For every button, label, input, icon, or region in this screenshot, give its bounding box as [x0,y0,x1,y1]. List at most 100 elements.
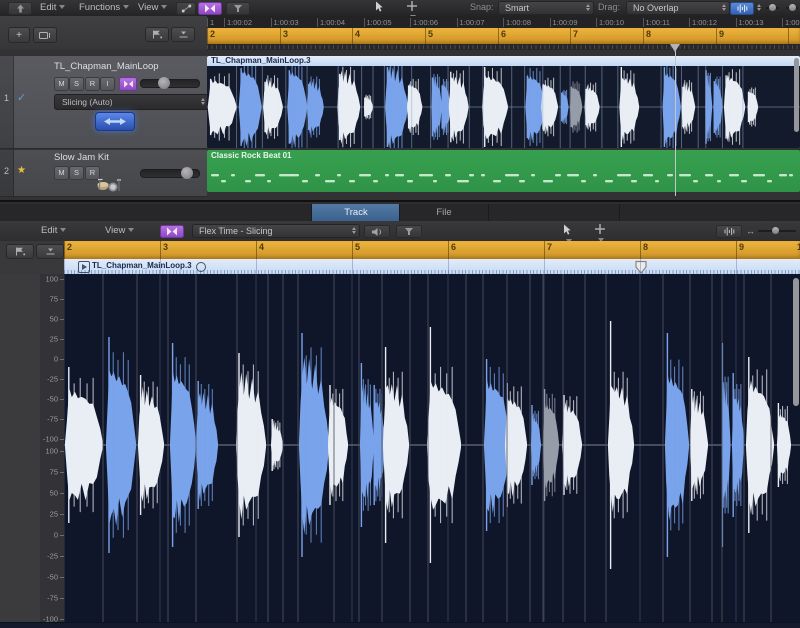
flex-mode-select[interactable]: Flex Time - Slicing [192,224,360,238]
bar-gridline [640,259,641,274]
waveform-blob[interactable] [407,83,422,132]
waveform-blob[interactable] [541,83,558,132]
pointer-tool-button[interactable] [372,1,387,14]
waveform[interactable] [207,66,800,148]
solo-button[interactable]: S [69,166,84,180]
editor-waveform-zoom-button[interactable] [716,225,742,238]
catch-playhead-button[interactable] [6,244,34,259]
scale-label: -25 [47,375,58,384]
volume-slider[interactable] [140,169,200,178]
nav-up-icon[interactable] [8,2,32,15]
track-name[interactable]: Slow Jam Kit [54,152,109,163]
waveform-blob[interactable] [307,81,324,135]
editor-filter-button[interactable] [396,225,422,238]
bar-gridline [544,259,545,274]
tab-track[interactable]: Track [312,204,400,221]
waveform-blob[interactable] [724,75,745,142]
editor-waveform[interactable] [64,274,800,622]
editor-scrollbar-thumb[interactable] [793,278,799,406]
editor-crosshair-tool[interactable] [592,224,608,237]
volume-slider[interactable] [140,79,200,88]
waveform-blob[interactable] [482,75,508,139]
record-button[interactable]: R [85,77,100,91]
crosshair-tool-button[interactable] [404,1,420,14]
editor-collapse-button[interactable] [36,244,64,259]
midi-note [531,174,535,176]
time-label: 1:00:13 [739,18,764,27]
track-name[interactable]: TL_Chapman_MainLoop [54,61,159,72]
time-tick [457,18,458,27]
snap-select[interactable]: Smart [498,1,594,15]
mute-button[interactable]: M [54,166,69,180]
duplicate-track-button[interactable] [33,27,57,43]
editor-bar-ruler[interactable]: 234567891 [64,241,800,259]
volume-knob[interactable] [158,77,170,89]
slider-knob[interactable] [769,4,776,11]
editor-zoom-slider[interactable] [758,230,796,232]
mute-button[interactable]: M [54,77,69,91]
slider-knob[interactable] [789,4,796,11]
functions-menu[interactable]: Functions [76,1,132,14]
editor-pointer-tool[interactable] [560,224,575,237]
catch-filter-button[interactable] [226,2,250,15]
playhead-handle[interactable] [670,44,680,52]
horizontal-zoom-slider[interactable] [786,7,798,9]
editor-flex-button[interactable] [160,225,184,238]
bar-ruler[interactable]: 23456789 [207,28,800,44]
slider-knob[interactable] [772,227,779,234]
track-display-mode-button[interactable] [145,27,169,42]
scale-label: -75 [47,415,58,424]
waveform-blob[interactable] [385,66,408,148]
flag-icon [15,247,26,256]
drag-select[interactable]: No Overlap [626,1,730,15]
time-label: 1:00:14 [785,18,800,27]
main-window: Edit Functions View Snap: S [0,0,800,200]
add-track-button[interactable]: + [8,27,30,43]
track-flex-button[interactable] [119,77,137,91]
waveform-blob[interactable] [585,85,600,128]
midi-note [693,180,698,182]
waveform-blob[interactable] [263,78,283,136]
stepper-icon [201,98,205,105]
region-header[interactable]: TL_Chapman_MainLoop.3 [207,56,800,66]
input-button[interactable]: I [100,77,115,91]
midi-region[interactable]: Classic Rock Beat 01 [207,150,800,192]
editor-view-menu[interactable]: View [102,224,137,237]
time-tick [224,18,225,27]
audio-region[interactable]: TL_Chapman_MainLoop.3 [207,56,800,148]
bar-separator [570,28,571,44]
track-header-1[interactable]: 1 ✓ TL_Chapman_MainLoop MSRI Slicing (Au… [0,56,207,149]
waveform-blob[interactable] [663,71,681,144]
track-collapse-button[interactable] [171,27,195,42]
bar-separator [64,241,65,259]
waveform-blob[interactable] [239,70,262,146]
track-header-2[interactable]: 2 ★ Slow Jam Kit MSR [0,150,207,197]
editor-region-header[interactable]: TL_Chapman_MainLoop.3 [64,259,800,274]
tab-file[interactable]: File [400,204,488,221]
track-star-icon[interactable]: ★ [17,165,26,176]
flex-mode-select[interactable]: Slicing (Auto) [54,94,209,110]
transient-edit-button[interactable] [95,112,135,131]
time-ruler[interactable]: 11:00:021:00:031:00:041:00:051:00:061:00… [207,16,800,28]
scrollbar-thumb[interactable] [794,58,799,132]
editor-edit-menu[interactable]: Edit [38,224,69,237]
waveform-blob[interactable] [619,77,639,140]
prelisten-button[interactable] [364,225,390,238]
edit-menu[interactable]: Edit [37,1,68,14]
solo-button[interactable]: S [69,77,84,91]
volume-knob[interactable] [181,167,193,179]
playhead[interactable] [675,50,676,196]
view-menu[interactable]: View [135,1,170,14]
waveform-zoom-button[interactable] [730,2,754,15]
track-check-icon[interactable]: ✓ [17,91,26,104]
waveform-blob[interactable] [208,79,237,135]
automation-button[interactable] [176,2,196,15]
flex-marker[interactable] [634,260,648,274]
waveform-blob[interactable] [337,71,360,145]
waveform-blob[interactable] [287,70,307,146]
vertical-zoom-slider[interactable] [766,7,779,9]
flex-button[interactable] [198,2,222,15]
bar-separator [498,28,499,44]
new-track-icon [39,31,51,40]
waveform-blob[interactable] [449,77,469,140]
